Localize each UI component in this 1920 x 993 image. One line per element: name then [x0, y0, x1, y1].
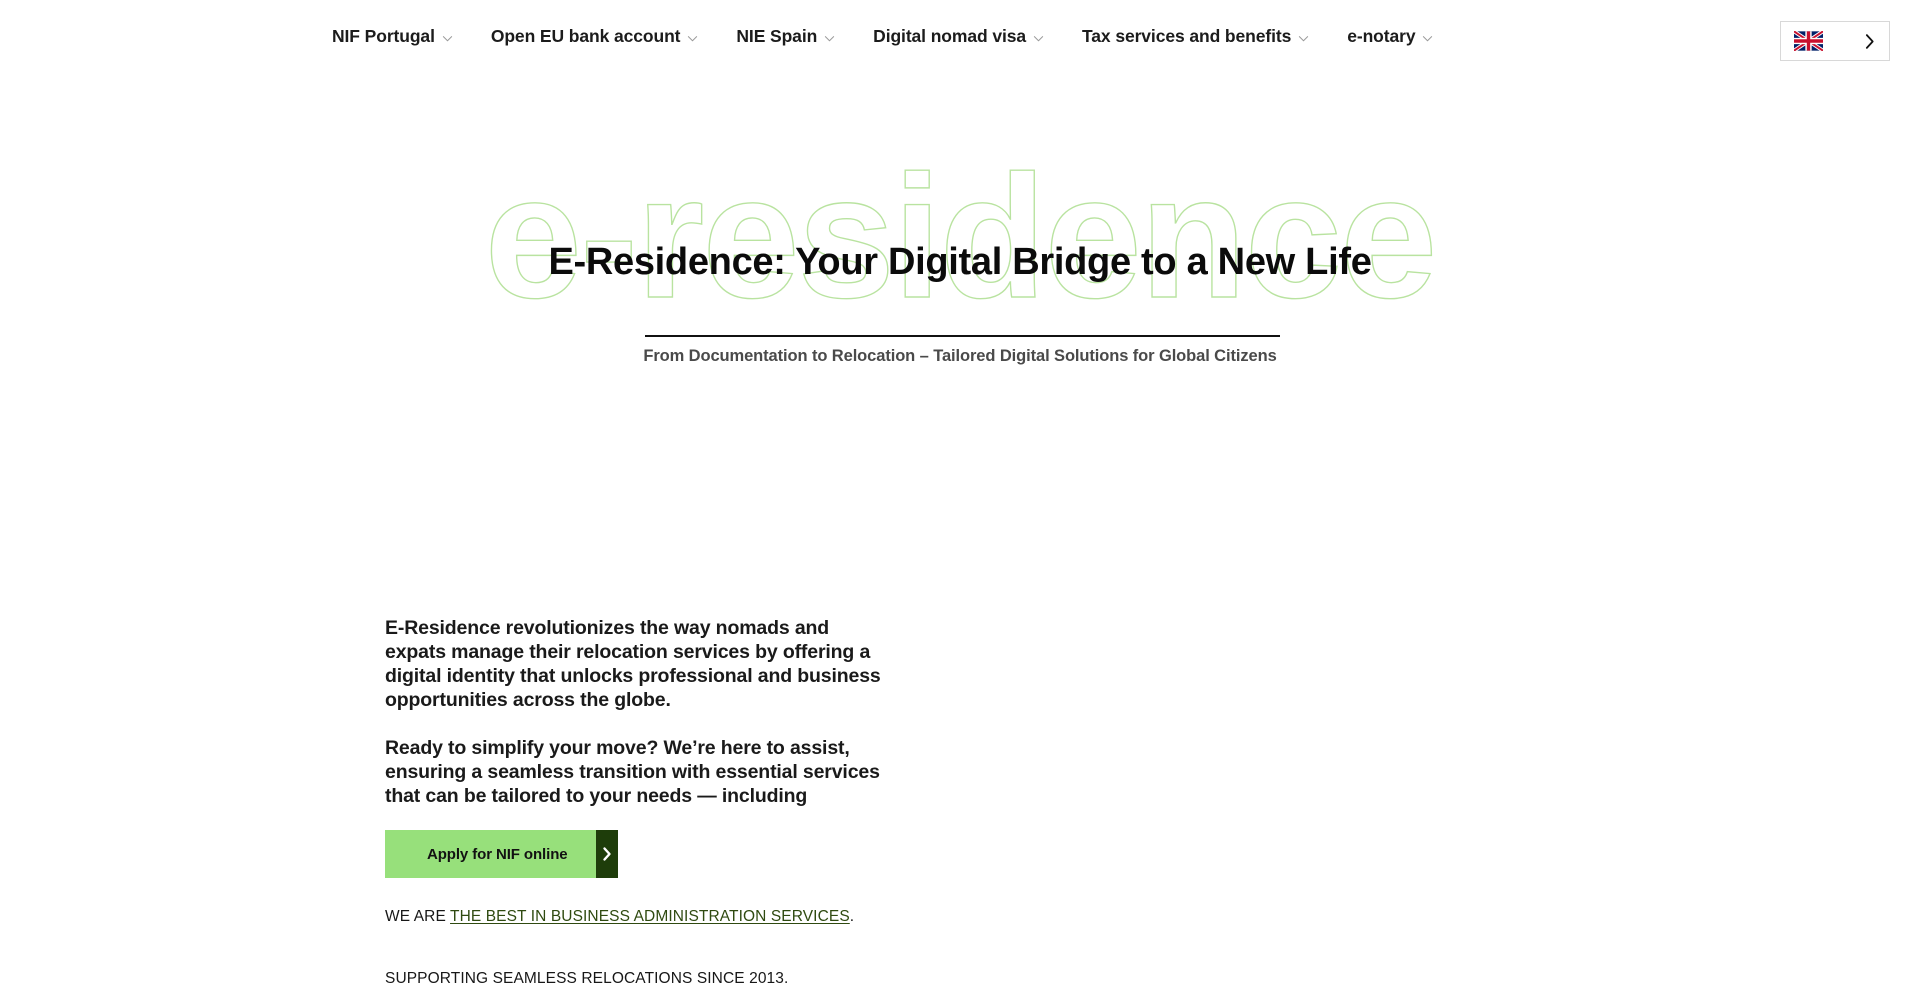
hero-subtitle: From Documentation to Relocation – Tailo… — [643, 347, 1277, 365]
chevron-down-icon — [442, 33, 453, 44]
nav-item-nif-portugal[interactable]: NIF Portugal — [332, 28, 453, 46]
hero-right-image-placeholder — [1020, 616, 1640, 976]
chevron-right-icon — [1863, 33, 1876, 50]
nav-item-tax-services-and-benefits[interactable]: Tax services and benefits — [1082, 28, 1309, 46]
tagline-suffix: . — [849, 908, 855, 925]
nav-item-e-notary[interactable]: e-notary — [1347, 28, 1433, 46]
tagline-secondary: SUPPORTING SEAMLESS RELOCATIONS SINCE 20… — [385, 970, 789, 987]
nav-item-digital-nomad-visa[interactable]: Digital nomad visa — [873, 28, 1044, 46]
chevron-down-icon — [1033, 33, 1044, 44]
nav-item-nie-spain[interactable]: NIE Spain — [736, 28, 835, 46]
tagline-primary: WE ARE THE BEST IN BUSINESS ADMINISTRATI… — [385, 908, 885, 926]
nav-item-label: NIF Portugal — [332, 26, 435, 47]
cta-label: Apply for NIF online — [385, 830, 596, 878]
language-switcher[interactable] — [1780, 21, 1890, 61]
hero-left-column: E-Residence revolutionizes the way nomad… — [385, 616, 885, 988]
uk-flag-icon — [1794, 31, 1823, 51]
business-administration-services-link[interactable]: THE BEST IN BUSINESS ADMINISTRATION SERV… — [450, 908, 850, 925]
chevron-down-icon — [1298, 33, 1309, 44]
hero-watermark-text: e-residence — [484, 140, 1438, 335]
page-title: E-Residence: Your Digital Bridge to a Ne… — [548, 241, 1372, 283]
nav-item-label: Tax services and benefits — [1082, 26, 1292, 47]
hero-section: e-residence E-Residence: Your Digital Br… — [0, 74, 1920, 365]
site-header: NIF Portugal Open EU bank account NIE Sp… — [0, 0, 1920, 74]
chevron-down-icon — [1422, 33, 1433, 44]
apply-for-nif-online-button[interactable]: Apply for NIF online — [385, 830, 618, 878]
nav-item-open-eu-bank-account[interactable]: Open EU bank account — [491, 28, 699, 46]
intro-paragraph-2: Ready to simplify your move? We’re here … — [385, 737, 880, 807]
hero-divider — [645, 335, 1280, 337]
nav-item-label: Digital nomad visa — [873, 26, 1026, 47]
chevron-down-icon — [824, 33, 835, 44]
nav-item-label: e-notary — [1347, 26, 1416, 47]
nav-item-label: NIE Spain — [736, 26, 818, 47]
chevron-right-icon — [595, 830, 618, 878]
nav-item-label: Open EU bank account — [490, 26, 681, 47]
nav-list: NIF Portugal Open EU bank account NIE Sp… — [332, 0, 1433, 74]
intro-paragraph-1: E-Residence revolutionizes the way nomad… — [385, 617, 881, 711]
chevron-down-icon — [687, 33, 698, 44]
tagline-prefix: WE ARE — [385, 908, 451, 925]
